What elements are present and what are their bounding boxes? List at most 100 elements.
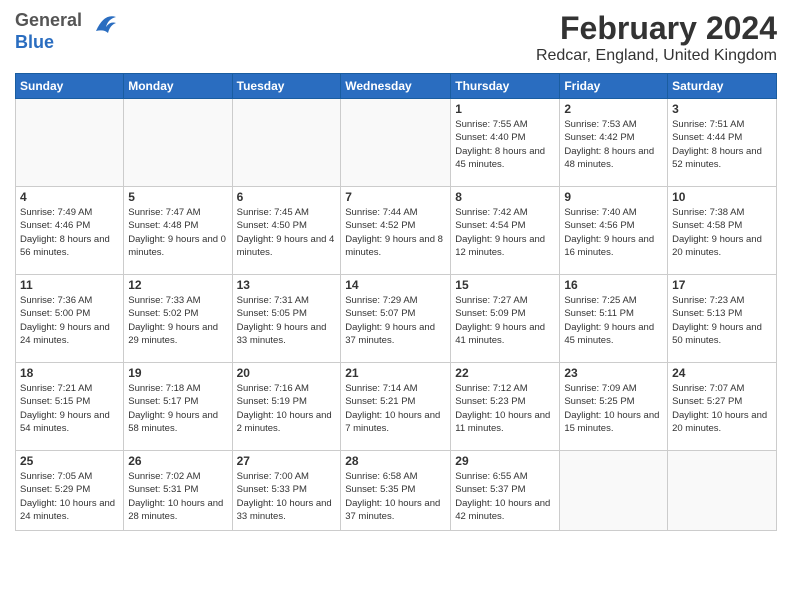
day-number: 3: [672, 102, 772, 116]
day-info: Sunrise: 7:53 AMSunset: 4:42 PMDaylight:…: [564, 118, 663, 171]
calendar-cell: 11 Sunrise: 7:36 AMSunset: 5:00 PMDaylig…: [16, 275, 124, 363]
calendar-cell: 25 Sunrise: 7:05 AMSunset: 5:29 PMDaylig…: [16, 451, 124, 531]
calendar-cell: 14 Sunrise: 7:29 AMSunset: 5:07 PMDaylig…: [341, 275, 451, 363]
day-info: Sunrise: 7:31 AMSunset: 5:05 PMDaylight:…: [237, 294, 337, 347]
logo-icon: [88, 11, 120, 44]
day-info: Sunrise: 7:25 AMSunset: 5:11 PMDaylight:…: [564, 294, 663, 347]
calendar-cell: 9 Sunrise: 7:40 AMSunset: 4:56 PMDayligh…: [560, 187, 668, 275]
day-number: 29: [455, 454, 555, 468]
calendar-cell: 13 Sunrise: 7:31 AMSunset: 5:05 PMDaylig…: [232, 275, 341, 363]
header-day-friday: Friday: [560, 74, 668, 99]
day-info: Sunrise: 7:38 AMSunset: 4:58 PMDaylight:…: [672, 206, 772, 259]
header-row: SundayMondayTuesdayWednesdayThursdayFrid…: [16, 74, 777, 99]
calendar-cell: 29 Sunrise: 6:55 AMSunset: 5:37 PMDaylig…: [451, 451, 560, 531]
week-row-2: 4 Sunrise: 7:49 AMSunset: 4:46 PMDayligh…: [16, 187, 777, 275]
logo-blue: Blue: [15, 32, 54, 52]
day-info: Sunrise: 7:36 AMSunset: 5:00 PMDaylight:…: [20, 294, 119, 347]
calendar-cell: 19 Sunrise: 7:18 AMSunset: 5:17 PMDaylig…: [124, 363, 232, 451]
calendar-cell: 26 Sunrise: 7:02 AMSunset: 5:31 PMDaylig…: [124, 451, 232, 531]
calendar-cell: 6 Sunrise: 7:45 AMSunset: 4:50 PMDayligh…: [232, 187, 341, 275]
day-number: 10: [672, 190, 772, 204]
day-number: 7: [345, 190, 446, 204]
day-info: Sunrise: 7:05 AMSunset: 5:29 PMDaylight:…: [20, 470, 119, 523]
header-day-thursday: Thursday: [451, 74, 560, 99]
calendar-cell: [668, 451, 777, 531]
day-number: 19: [128, 366, 227, 380]
calendar-cell: [341, 99, 451, 187]
day-number: 1: [455, 102, 555, 116]
day-info: Sunrise: 6:55 AMSunset: 5:37 PMDaylight:…: [455, 470, 555, 523]
day-number: 18: [20, 366, 119, 380]
day-info: Sunrise: 7:23 AMSunset: 5:13 PMDaylight:…: [672, 294, 772, 347]
calendar-cell: 17 Sunrise: 7:23 AMSunset: 5:13 PMDaylig…: [668, 275, 777, 363]
page-title: February 2024: [536, 10, 777, 47]
calendar-header: SundayMondayTuesdayWednesdayThursdayFrid…: [16, 74, 777, 99]
day-number: 12: [128, 278, 227, 292]
calendar-cell: [232, 99, 341, 187]
day-info: Sunrise: 7:09 AMSunset: 5:25 PMDaylight:…: [564, 382, 663, 435]
calendar-cell: 5 Sunrise: 7:47 AMSunset: 4:48 PMDayligh…: [124, 187, 232, 275]
calendar-cell: 27 Sunrise: 7:00 AMSunset: 5:33 PMDaylig…: [232, 451, 341, 531]
header-day-wednesday: Wednesday: [341, 74, 451, 99]
day-number: 4: [20, 190, 119, 204]
day-number: 17: [672, 278, 772, 292]
day-info: Sunrise: 7:07 AMSunset: 5:27 PMDaylight:…: [672, 382, 772, 435]
title-block: February 2024 Redcar, England, United Ki…: [536, 10, 777, 65]
calendar-body: 1 Sunrise: 7:55 AMSunset: 4:40 PMDayligh…: [16, 99, 777, 531]
calendar-cell: 16 Sunrise: 7:25 AMSunset: 5:11 PMDaylig…: [560, 275, 668, 363]
day-number: 26: [128, 454, 227, 468]
day-info: Sunrise: 7:00 AMSunset: 5:33 PMDaylight:…: [237, 470, 337, 523]
calendar-cell: [560, 451, 668, 531]
day-number: 20: [237, 366, 337, 380]
day-info: Sunrise: 7:21 AMSunset: 5:15 PMDaylight:…: [20, 382, 119, 435]
calendar-cell: 23 Sunrise: 7:09 AMSunset: 5:25 PMDaylig…: [560, 363, 668, 451]
day-number: 25: [20, 454, 119, 468]
logo: General Blue: [15, 10, 120, 53]
day-number: 22: [455, 366, 555, 380]
logo-general: General: [15, 10, 82, 30]
page-subtitle: Redcar, England, United Kingdom: [536, 47, 777, 65]
day-info: Sunrise: 7:47 AMSunset: 4:48 PMDaylight:…: [128, 206, 227, 259]
day-info: Sunrise: 7:29 AMSunset: 5:07 PMDaylight:…: [345, 294, 446, 347]
day-info: Sunrise: 7:44 AMSunset: 4:52 PMDaylight:…: [345, 206, 446, 259]
week-row-1: 1 Sunrise: 7:55 AMSunset: 4:40 PMDayligh…: [16, 99, 777, 187]
calendar-cell: 28 Sunrise: 6:58 AMSunset: 5:35 PMDaylig…: [341, 451, 451, 531]
day-number: 28: [345, 454, 446, 468]
header-day-monday: Monday: [124, 74, 232, 99]
week-row-3: 11 Sunrise: 7:36 AMSunset: 5:00 PMDaylig…: [16, 275, 777, 363]
day-info: Sunrise: 7:42 AMSunset: 4:54 PMDaylight:…: [455, 206, 555, 259]
logo-text: General Blue: [15, 10, 82, 53]
day-info: Sunrise: 7:27 AMSunset: 5:09 PMDaylight:…: [455, 294, 555, 347]
calendar-cell: [16, 99, 124, 187]
day-number: 6: [237, 190, 337, 204]
header-day-tuesday: Tuesday: [232, 74, 341, 99]
day-info: Sunrise: 7:51 AMSunset: 4:44 PMDaylight:…: [672, 118, 772, 171]
day-number: 2: [564, 102, 663, 116]
day-info: Sunrise: 7:02 AMSunset: 5:31 PMDaylight:…: [128, 470, 227, 523]
calendar-cell: 8 Sunrise: 7:42 AMSunset: 4:54 PMDayligh…: [451, 187, 560, 275]
calendar-cell: 22 Sunrise: 7:12 AMSunset: 5:23 PMDaylig…: [451, 363, 560, 451]
day-number: 27: [237, 454, 337, 468]
day-number: 16: [564, 278, 663, 292]
header-day-saturday: Saturday: [668, 74, 777, 99]
day-number: 11: [20, 278, 119, 292]
day-info: Sunrise: 7:55 AMSunset: 4:40 PMDaylight:…: [455, 118, 555, 171]
day-info: Sunrise: 7:40 AMSunset: 4:56 PMDaylight:…: [564, 206, 663, 259]
day-info: Sunrise: 7:33 AMSunset: 5:02 PMDaylight:…: [128, 294, 227, 347]
week-row-5: 25 Sunrise: 7:05 AMSunset: 5:29 PMDaylig…: [16, 451, 777, 531]
header: General Blue February 2024 Redcar, Engla…: [15, 10, 777, 65]
calendar-cell: 24 Sunrise: 7:07 AMSunset: 5:27 PMDaylig…: [668, 363, 777, 451]
header-day-sunday: Sunday: [16, 74, 124, 99]
calendar-cell: 12 Sunrise: 7:33 AMSunset: 5:02 PMDaylig…: [124, 275, 232, 363]
page: General Blue February 2024 Redcar, Engla…: [0, 0, 792, 612]
calendar-cell: 1 Sunrise: 7:55 AMSunset: 4:40 PMDayligh…: [451, 99, 560, 187]
calendar-cell: 7 Sunrise: 7:44 AMSunset: 4:52 PMDayligh…: [341, 187, 451, 275]
day-number: 23: [564, 366, 663, 380]
day-number: 15: [455, 278, 555, 292]
calendar-cell: 18 Sunrise: 7:21 AMSunset: 5:15 PMDaylig…: [16, 363, 124, 451]
calendar-cell: 15 Sunrise: 7:27 AMSunset: 5:09 PMDaylig…: [451, 275, 560, 363]
day-number: 13: [237, 278, 337, 292]
day-info: Sunrise: 6:58 AMSunset: 5:35 PMDaylight:…: [345, 470, 446, 523]
day-number: 9: [564, 190, 663, 204]
day-info: Sunrise: 7:49 AMSunset: 4:46 PMDaylight:…: [20, 206, 119, 259]
